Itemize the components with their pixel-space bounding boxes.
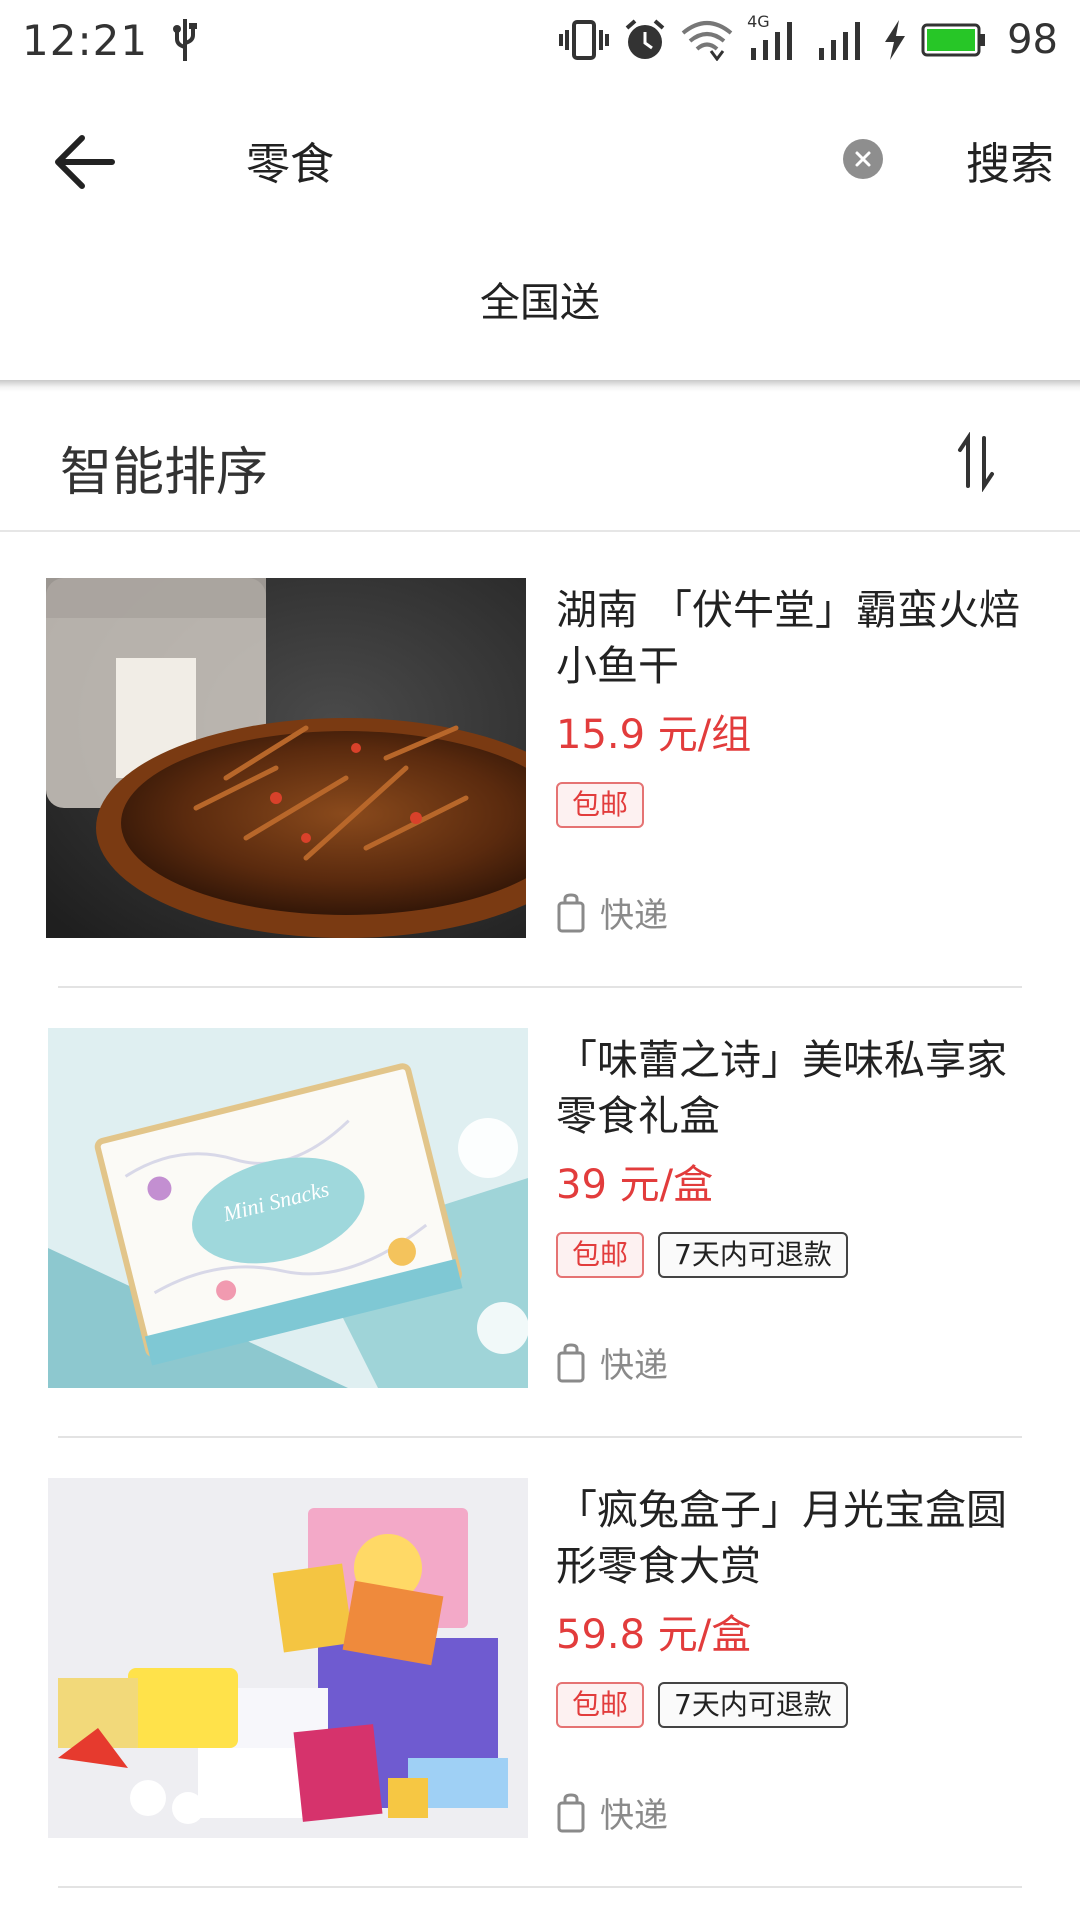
list-divider <box>58 1436 1022 1438</box>
product-tags: 包邮 7天内可退款 <box>556 1682 848 1728</box>
wifi-icon <box>681 21 733 61</box>
clear-search-button[interactable] <box>843 139 883 179</box>
product-price: 39 元/盒 <box>556 1162 714 1208</box>
sort-label: 智能排序 <box>60 443 269 503</box>
tag-free-shipping: 包邮 <box>556 1682 645 1728</box>
tag-free-shipping: 包邮 <box>556 782 645 828</box>
product-card[interactable]: 湖南 「伏牛堂」霸蛮火焙小鱼干 15.9 元/组 包邮 快递 <box>0 578 1080 1028</box>
cellular-signal-icon <box>819 22 861 60</box>
search-header: 零食 搜索 <box>0 90 1080 230</box>
shopping-bag-icon <box>557 892 585 932</box>
product-price: 59.8 元/盒 <box>556 1612 752 1658</box>
charging-bolt-icon <box>885 20 906 60</box>
back-arrow-icon[interactable] <box>50 132 120 192</box>
shipping-label: 快递 <box>600 1346 668 1386</box>
vibrate-icon <box>559 20 610 60</box>
product-tags: 包邮 7天内可退款 <box>556 1232 848 1278</box>
list-divider <box>58 1886 1022 1888</box>
product-title: 「味蕾之诗」美味私享家零食礼盒 <box>556 1036 1007 1140</box>
product-card[interactable]: Mini Snacks 「味蕾之诗」美味私享家零食礼盒 39 元/盒 包邮 7天… <box>0 1028 1080 1478</box>
product-image[interactable]: Mini Snacks <box>48 1028 528 1388</box>
product-tags: 包邮 <box>556 782 645 828</box>
battery-level: 98 <box>1007 17 1058 63</box>
tag-free-shipping: 包邮 <box>556 1232 645 1278</box>
sort-icon <box>958 432 994 492</box>
cellular-4g-icon: 4G <box>747 12 803 62</box>
close-icon <box>855 151 871 167</box>
shipping-method: 快递 <box>556 888 668 937</box>
usb-icon <box>173 19 198 61</box>
status-bar: 12:21 4G 98 <box>0 0 1080 80</box>
battery-icon <box>921 23 986 57</box>
header-divider <box>0 380 1080 392</box>
shipping-label: 快递 <box>600 1796 668 1836</box>
shipping-label: 快递 <box>600 896 668 936</box>
shipping-method: 快递 <box>556 1788 668 1837</box>
product-title: 湖南 「伏牛堂」霸蛮火焙小鱼干 <box>556 586 1021 690</box>
product-price: 15.9 元/组 <box>556 712 752 758</box>
tag-refund-policy: 7天内可退款 <box>658 1232 848 1278</box>
tag-refund-policy: 7天内可退款 <box>658 1682 848 1728</box>
status-time: 12:21 <box>22 15 149 65</box>
delivery-filter-tab[interactable]: 全国送 <box>0 270 1080 328</box>
shopping-bag-icon <box>557 1792 585 1832</box>
product-image[interactable] <box>48 1478 528 1838</box>
list-divider <box>58 986 1022 988</box>
search-button[interactable]: 搜索 <box>966 128 1054 192</box>
product-image[interactable] <box>46 578 526 938</box>
sort-bar[interactable]: 智能排序 <box>0 392 1080 532</box>
product-title: 「疯兔盒子」月光宝盒圆形零食大赏 <box>556 1486 1007 1590</box>
product-card[interactable]: 「疯兔盒子」月光宝盒圆形零食大赏 59.8 元/盒 包邮 7天内可退款 快递 <box>0 1478 1080 1920</box>
search-input[interactable]: 零食 <box>246 128 334 192</box>
shipping-method: 快递 <box>556 1338 668 1387</box>
shopping-bag-icon <box>557 1342 585 1382</box>
alarm-icon <box>625 19 665 59</box>
